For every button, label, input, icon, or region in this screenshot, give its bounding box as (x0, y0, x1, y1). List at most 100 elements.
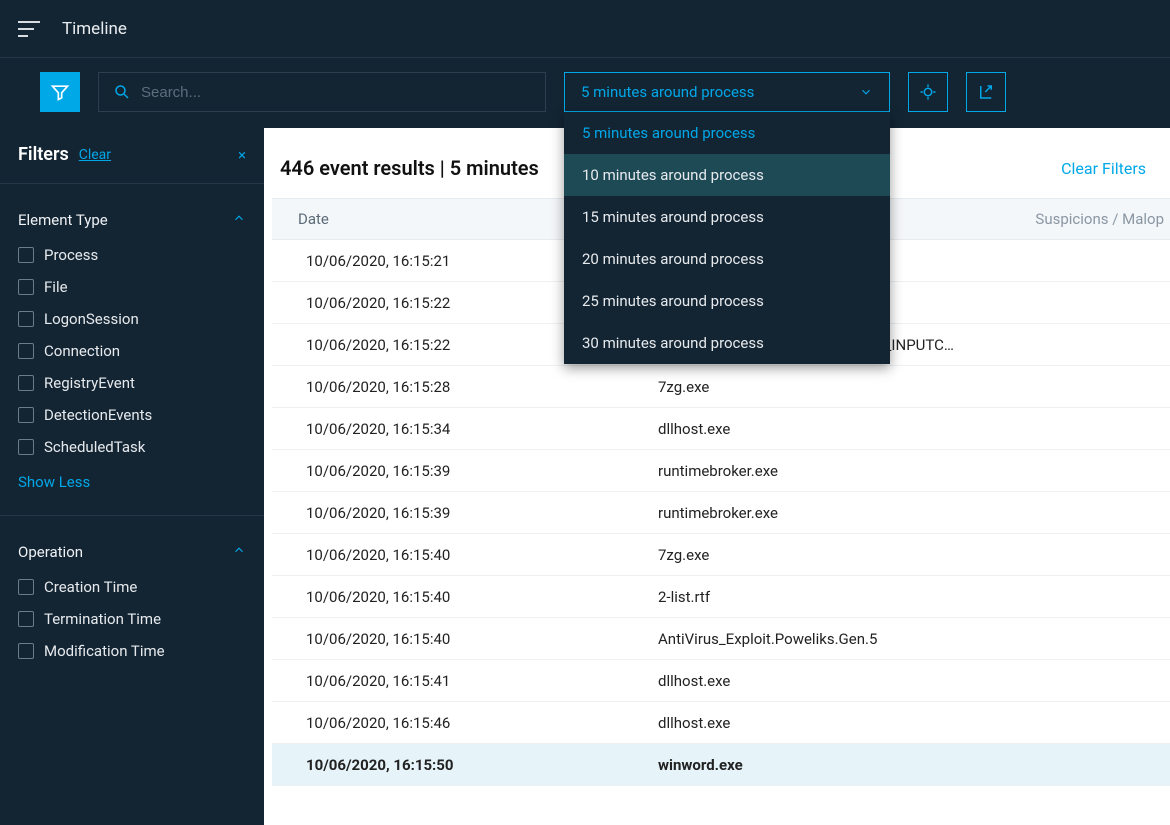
search-field[interactable] (98, 72, 546, 112)
cell-date: 10/06/2020, 16:15:39 (306, 504, 658, 522)
divider (0, 183, 264, 184)
close-filters-button[interactable]: × (238, 146, 246, 164)
checkbox-label: DetectionEvents (44, 406, 152, 424)
cell-date: 10/06/2020, 16:15:40 (306, 546, 658, 564)
target-button[interactable] (908, 72, 948, 112)
toolbar: 5 minutes around process 5 minutes aroun… (0, 58, 1170, 128)
table-row[interactable]: 10/06/2020, 16:15:34dllhost.exe (272, 408, 1170, 450)
time-range-option[interactable]: 5 minutes around process (564, 112, 890, 154)
section-operation-header[interactable]: Operation (0, 526, 264, 571)
checkbox-label: Creation Time (44, 578, 137, 596)
checkbox-icon (18, 375, 34, 391)
time-range-option[interactable]: 20 minutes around process (564, 238, 890, 280)
element-type-checkbox[interactable]: RegistryEvent (0, 367, 264, 399)
time-range-options: 5 minutes around process10 minutes aroun… (564, 112, 890, 364)
table-row[interactable]: 10/06/2020, 16:15:39runtimebroker.exe (272, 450, 1170, 492)
chevron-down-icon (859, 85, 873, 99)
element-type-checkbox[interactable]: Process (0, 239, 264, 271)
element-type-checkbox[interactable]: ScheduledTask (0, 431, 264, 463)
filters-sidebar: Filters Clear × Element Type Process File… (0, 128, 264, 825)
checkbox-icon (18, 643, 34, 659)
cell-name: runtimebroker.exe (658, 504, 1170, 522)
checkbox-icon (18, 311, 34, 327)
checkbox-icon (18, 343, 34, 359)
crosshair-icon (919, 83, 937, 101)
cell-date: 10/06/2020, 16:15:40 (306, 588, 658, 606)
element-type-checkbox[interactable]: File (0, 271, 264, 303)
cell-date: 10/06/2020, 16:15:46 (306, 714, 658, 732)
filters-title: Filters (18, 144, 69, 165)
cell-date: 10/06/2020, 16:15:40 (306, 630, 658, 648)
funnel-icon (50, 82, 70, 102)
cell-date: 10/06/2020, 16:15:34 (306, 420, 658, 438)
time-range-selected: 5 minutes around process (581, 83, 754, 101)
table-row[interactable]: 10/06/2020, 16:15:402-list.rtf (272, 576, 1170, 618)
cell-name: AntiVirus_Exploit.Poweliks.Gen.5 (658, 630, 1170, 648)
checkbox-label: RegistryEvent (44, 374, 135, 392)
operation-checkbox[interactable]: Termination Time (0, 603, 264, 635)
clear-link[interactable]: Clear (79, 147, 111, 163)
checkbox-icon (18, 407, 34, 423)
menu-icon[interactable] (18, 21, 40, 37)
cell-name: 2-list.rtf (658, 588, 1170, 606)
cell-date: 10/06/2020, 16:15:39 (306, 462, 658, 480)
table-row[interactable]: 10/06/2020, 16:15:39runtimebroker.exe (272, 492, 1170, 534)
table-row[interactable]: 10/06/2020, 16:15:40AntiVirus_Exploit.Po… (272, 618, 1170, 660)
cell-name: 7zg.exe (658, 546, 1170, 564)
section-operation-title: Operation (18, 543, 83, 561)
checkbox-label: LogonSession (44, 310, 139, 328)
checkbox-label: Process (44, 246, 98, 264)
checkbox-label: ScheduledTask (44, 438, 145, 456)
divider (0, 515, 264, 516)
checkbox-icon (18, 247, 34, 263)
filter-toggle-button[interactable] (40, 72, 80, 112)
time-range-option[interactable]: 15 minutes around process (564, 196, 890, 238)
table-row[interactable]: 10/06/2020, 16:15:46dllhost.exe (272, 702, 1170, 744)
cell-name: dllhost.exe (658, 420, 1170, 438)
table-row[interactable]: 10/06/2020, 16:15:41dllhost.exe (272, 660, 1170, 702)
section-element-type-title: Element Type (18, 211, 108, 229)
cell-name: winword.exe (658, 756, 1170, 774)
time-range-option[interactable]: 25 minutes around process (564, 280, 890, 322)
cell-name: 7zg.exe (658, 378, 1170, 396)
cell-date: 10/06/2020, 16:15:50 (306, 756, 658, 774)
checkbox-label: Connection (44, 342, 120, 360)
table-row[interactable]: 10/06/2020, 16:15:50winword.exe (272, 744, 1170, 786)
results-summary: 446 event results | 5 minutes (280, 156, 539, 180)
search-icon (113, 83, 131, 101)
export-icon (977, 83, 995, 101)
app-header: Timeline (0, 0, 1170, 58)
chevron-up-icon (232, 542, 246, 561)
chevron-up-icon (232, 210, 246, 229)
search-input[interactable] (141, 84, 531, 101)
clear-filters-link[interactable]: Clear Filters (1061, 159, 1146, 178)
col-suspicions[interactable]: Suspicions / Malop (1030, 210, 1170, 228)
element-type-checkbox[interactable]: LogonSession (0, 303, 264, 335)
time-range-option[interactable]: 30 minutes around process (564, 322, 890, 364)
cell-name: dllhost.exe (658, 672, 1170, 690)
section-element-type-header[interactable]: Element Type (0, 194, 264, 239)
time-range-option[interactable]: 10 minutes around process (564, 154, 890, 196)
cell-date: 10/06/2020, 16:15:28 (306, 378, 658, 396)
export-button[interactable] (966, 72, 1006, 112)
page-title: Timeline (62, 19, 127, 39)
operation-checkbox[interactable]: Creation Time (0, 571, 264, 603)
checkbox-label: Modification Time (44, 642, 165, 660)
time-range-dropdown-wrap: 5 minutes around process 5 minutes aroun… (564, 72, 890, 112)
operation-checkbox[interactable]: Modification Time (0, 635, 264, 667)
checkbox-icon (18, 439, 34, 455)
cell-name: dllhost.exe (658, 714, 1170, 732)
element-type-checkbox[interactable]: Connection (0, 335, 264, 367)
table-row[interactable]: 10/06/2020, 16:15:407zg.exe (272, 534, 1170, 576)
cell-date: 10/06/2020, 16:15:41 (306, 672, 658, 690)
checkbox-label: Termination Time (44, 610, 161, 628)
checkbox-icon (18, 611, 34, 627)
cell-name: runtimebroker.exe (658, 462, 1170, 480)
show-less-link[interactable]: Show Less (0, 463, 264, 509)
element-type-checkbox[interactable]: DetectionEvents (0, 399, 264, 431)
checkbox-label: File (44, 278, 68, 296)
checkbox-icon (18, 579, 34, 595)
time-range-dropdown[interactable]: 5 minutes around process (564, 72, 890, 112)
checkbox-icon (18, 279, 34, 295)
table-row[interactable]: 10/06/2020, 16:15:287zg.exe (272, 366, 1170, 408)
